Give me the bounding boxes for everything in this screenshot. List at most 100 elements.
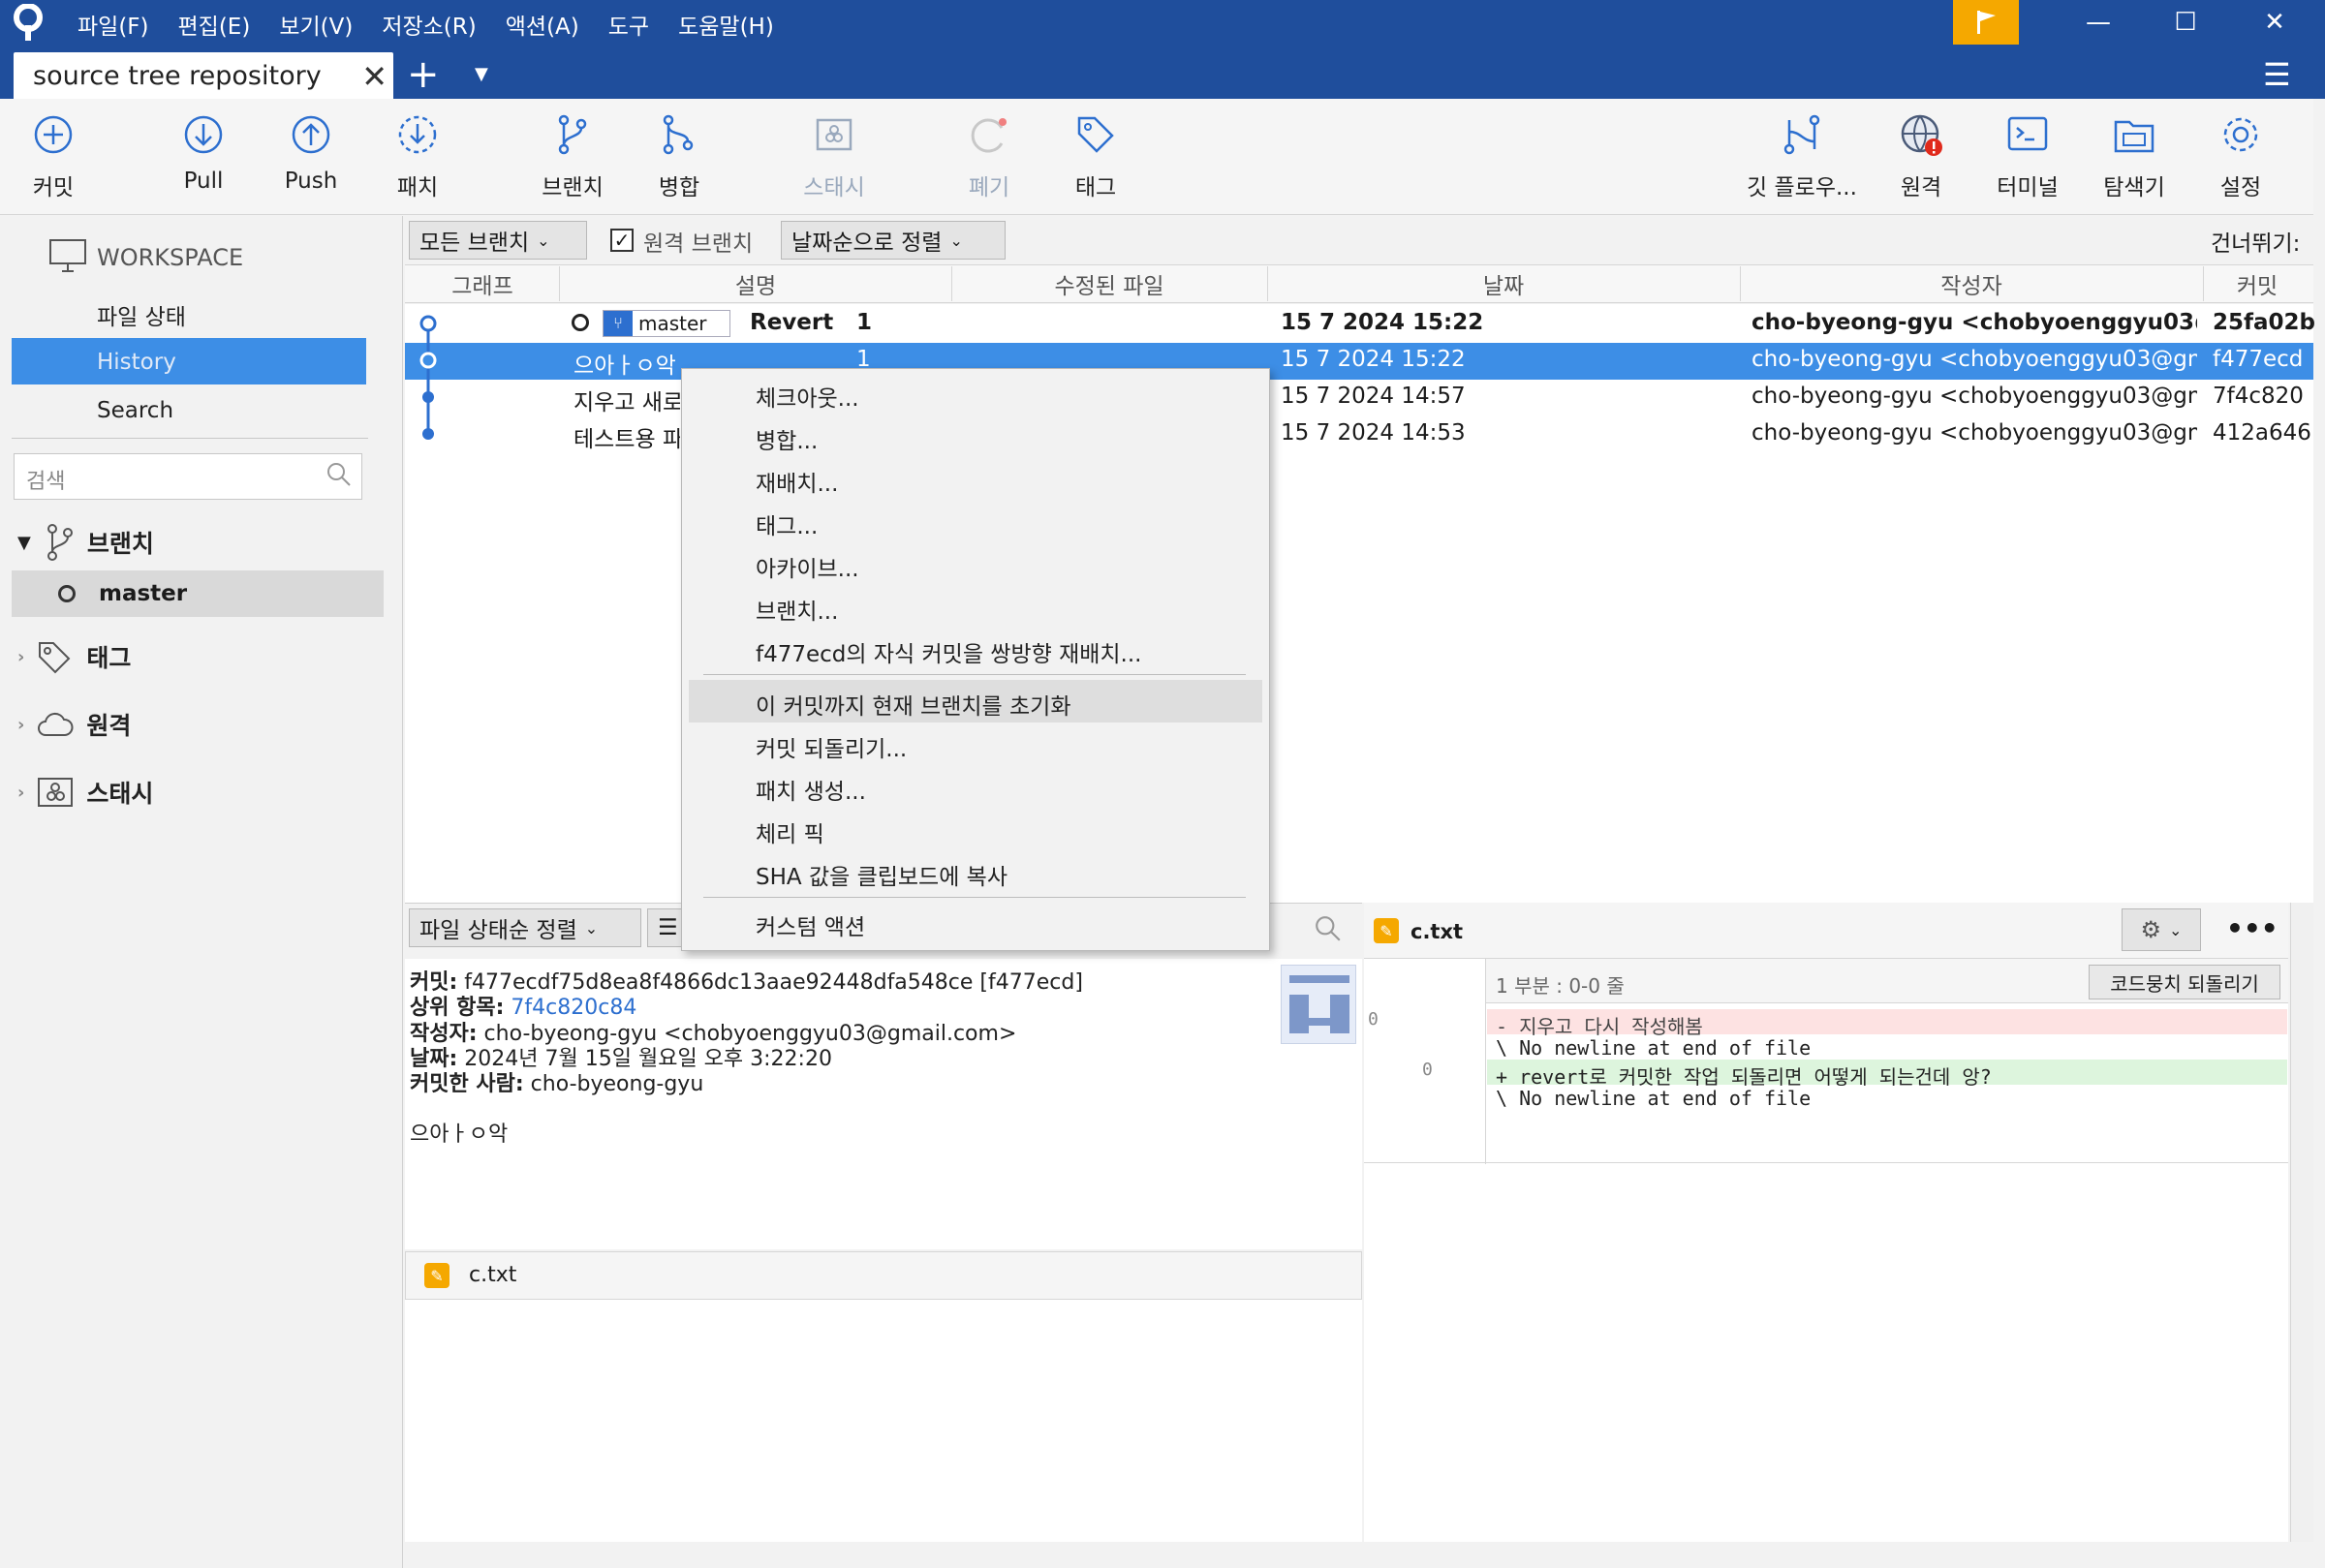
stash-button[interactable]: 스태시 [781,112,887,201]
branch-label-master[interactable]: ⑂ master [603,310,730,337]
branch-button[interactable]: 브랜치 [519,112,626,201]
tab-dropdown-icon[interactable]: ▼ [475,64,488,84]
menu-item-create-patch[interactable]: 패치 생성... [756,773,866,806]
push-icon [292,115,330,154]
commit-description: 테스트용 파 [574,427,680,452]
column-author[interactable]: 작성자 [1740,267,2203,300]
sort-dropdown[interactable]: 날짜순으로 정렬 ⌄ [781,221,1006,260]
hunk-range: 1 부분 : 0-0 줄 [1496,974,1625,998]
diff-divider [1364,1162,2288,1163]
commit-description: 지우고 새로 [574,390,680,415]
sourcetree-logo-icon [12,3,45,48]
discard-button[interactable]: 폐기 [936,112,1042,201]
old-line-number: 0 [1368,1009,1379,1030]
pull-button[interactable]: Pull [150,112,257,194]
sidebar-section-remotes[interactable]: › 원격 [17,707,131,742]
monitor-icon [48,238,87,279]
menu-item-revert-commit[interactable]: 커밋 되돌리기... [756,730,907,763]
commit-files: 1 [856,310,873,335]
diff-line-nonewline: \ No newline at end of file [1496,1036,1812,1060]
explorer-button[interactable]: 탐색기 [2081,112,2187,201]
commit-button[interactable]: 커밋 [0,112,107,201]
menu-item-custom-actions[interactable]: 커스텀 액션 [756,908,865,941]
hamburger-menu-icon[interactable]: ☰ [2263,56,2291,93]
sidebar [0,216,403,1568]
search-icon[interactable] [1314,914,1343,949]
chevron-right-icon: › [17,714,25,735]
gear-icon [2223,117,2258,152]
jump-to-label: 건너뛰기: [2211,231,2301,257]
commit-hash: 25fa02b [2213,310,2316,335]
close-window-button[interactable]: ✕ [2242,0,2308,45]
chevron-right-icon: › [17,646,25,667]
flag-button[interactable] [1953,0,2019,45]
terminal-icon [2007,116,2048,151]
menu-item-rebase[interactable]: 재배치... [756,465,838,498]
branch-filter-dropdown[interactable]: 모든 브랜치 ⌄ [409,221,587,260]
column-date[interactable]: 날짜 [1267,267,1740,300]
menu-help[interactable]: 도움말(H) [678,8,774,41]
minimize-button[interactable]: — [2065,0,2131,45]
sidebar-search-input[interactable]: 검색 [14,453,362,500]
menu-item-copy-sha[interactable]: SHA 값을 클립보드에 복사 [756,858,1008,891]
sidebar-item-history[interactable]: History [97,350,176,375]
view-mode-dropdown[interactable]: ☰ [647,908,686,947]
column-graph[interactable]: 그래프 [407,267,558,300]
sidebar-item-history-highlight[interactable] [12,338,366,384]
tag-icon [1077,116,1114,153]
menu-item-branch[interactable]: 브랜치... [756,593,838,626]
new-tab-button[interactable]: + [407,52,440,97]
remote-button[interactable]: 원격 [1868,112,1974,201]
diff-scrollbar[interactable] [2290,903,2313,1542]
menu-item-interactive-rebase[interactable]: f477ecd의 자식 커밋을 쌍방향 재배치... [756,635,1142,668]
stash-icon [816,118,852,151]
menu-edit[interactable]: 편집(E) [178,8,251,41]
menu-actions[interactable]: 액션(A) [506,8,579,41]
commit-author: cho-byeong-gyu <chobyoenggyu03@gm [1752,347,2197,372]
commit-author: cho-byeong-gyu <chobyoenggyu03@gi [1752,310,2197,335]
settings-button[interactable]: 설정 [2187,112,2294,201]
menu-tools[interactable]: 도구 [608,8,649,41]
column-modified-files[interactable]: 수정된 파일 [951,267,1267,300]
menu-item-cherry-pick[interactable]: 체리 픽 [756,815,824,848]
fetch-button[interactable]: 패치 [364,112,471,201]
repository-tab[interactable]: source tree repository ✕ [14,52,393,99]
close-tab-icon[interactable]: ✕ [361,58,388,95]
menu-item-tag[interactable]: 태그... [756,507,818,540]
head-indicator-icon [572,314,589,331]
menu-view[interactable]: 보기(V) [279,8,353,41]
revert-hunk-button[interactable]: 코드뭉치 되돌리기 [2089,965,2280,999]
flag-icon [1977,11,1996,34]
menu-file[interactable]: 파일(F) [78,8,149,41]
column-commit[interactable]: 커밋 [2203,267,2311,300]
remote-branches-checkbox[interactable]: ✓ [610,229,634,252]
search-icon [326,461,353,494]
sidebar-item-file-status[interactable]: 파일 상태 [97,298,186,331]
branch-icon [558,114,587,155]
gitflow-button[interactable]: 깃 플로우... [1744,112,1860,201]
commit-hash: 7f4c820 [2213,384,2304,409]
terminal-button[interactable]: 터미널 [1974,112,2081,201]
sidebar-section-branches[interactable]: ▼ 브랜치 [17,523,154,562]
menu-item-archive[interactable]: 아카이브... [756,550,859,583]
menu-item-reset-branch[interactable]: 이 커밋까지 현재 브랜치를 초기화 [756,688,1070,721]
file-sort-dropdown[interactable]: 파일 상태순 정렬 ⌄ [409,908,641,947]
modified-file-icon: ✎ [424,1263,450,1288]
sidebar-item-search[interactable]: Search [97,398,173,423]
diff-options-dropdown[interactable]: ⚙ ⌄ [2122,908,2201,951]
menu-item-checkout[interactable]: 체크아웃... [756,380,859,413]
push-button[interactable]: Push [258,112,364,194]
more-options-icon[interactable]: ••• [2226,912,2278,944]
commit-description: 으아ㅏㅇ악 [574,354,676,379]
sidebar-section-tags[interactable]: › 태그 [17,639,131,674]
menu-repository[interactable]: 저장소(R) [382,8,476,41]
changed-file-row[interactable] [405,1251,1362,1300]
menu-item-merge[interactable]: 병합... [756,422,818,455]
maximize-button[interactable]: ☐ [2153,0,2218,45]
merge-button[interactable]: 병합 [626,112,732,201]
commit-date: 15 7 2024 14:53 [1281,420,1466,446]
tag-button[interactable]: 태그 [1042,112,1149,201]
column-description[interactable]: 설명 [560,267,951,300]
fetch-icon [398,115,437,154]
sidebar-section-stashes[interactable]: › 스태시 [17,775,153,810]
